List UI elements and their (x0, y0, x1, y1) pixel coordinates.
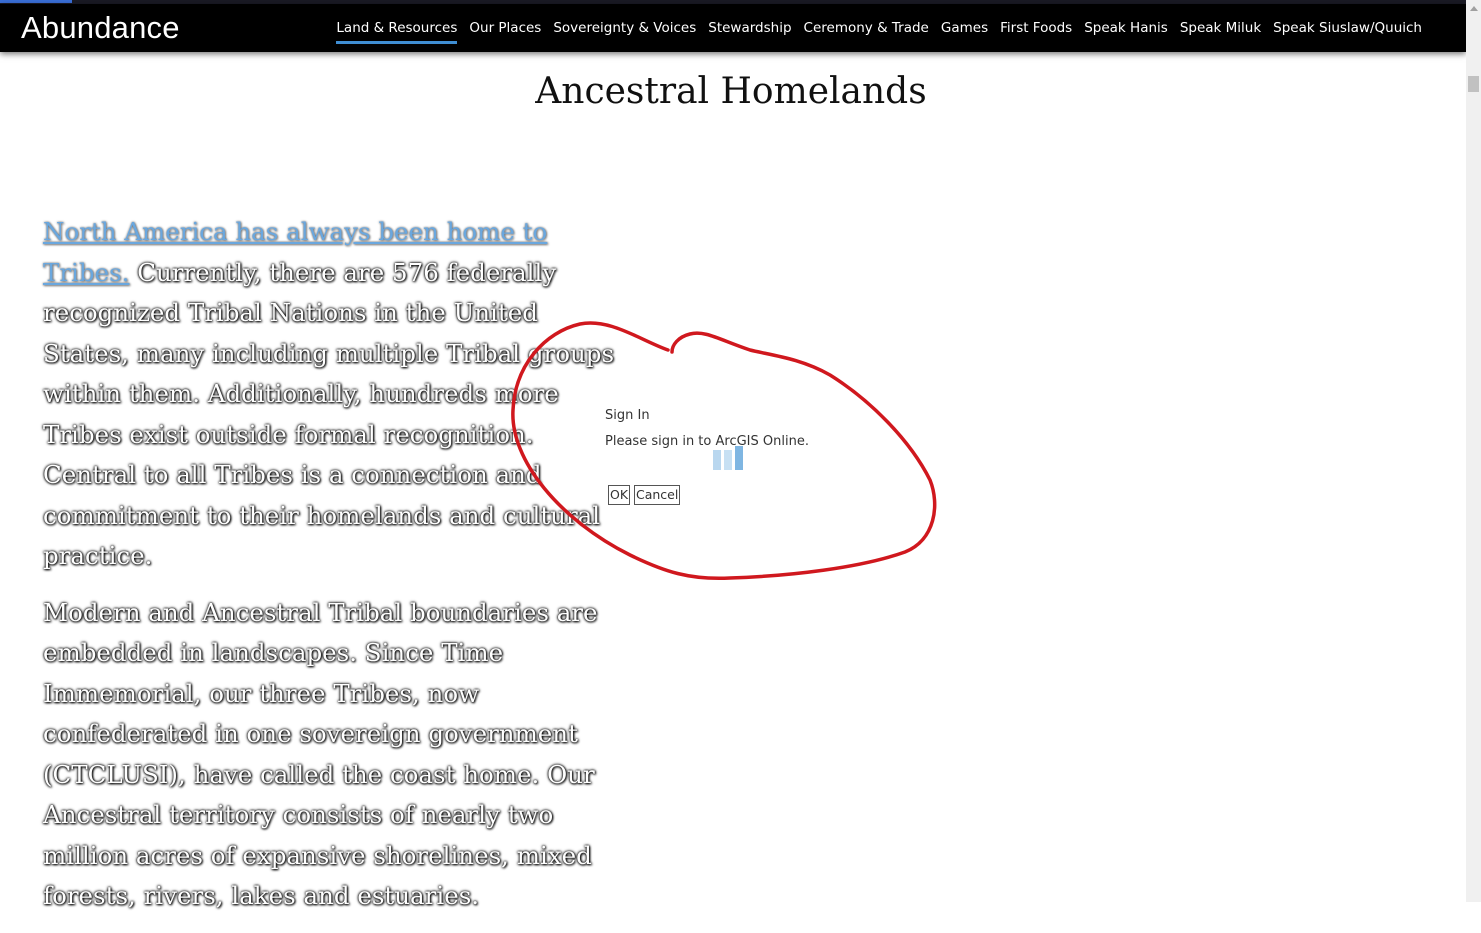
site-header: Abundance Land & Resources Our Places So… (0, 4, 1466, 52)
scroll-thumb[interactable] (1468, 76, 1479, 92)
scroll-up-icon[interactable] (1470, 6, 1478, 11)
tab-accent (0, 0, 72, 3)
sign-in-dialog: Sign In Please sign in to ArcGIS Online.… (605, 408, 845, 518)
nav-our-places[interactable]: Our Places (469, 18, 541, 44)
story-paragraph-1: North America has always been home to Tr… (43, 212, 618, 577)
story-paragraph-1-text: Currently, there are 576 federally recog… (43, 257, 615, 571)
loading-spinner-icon (713, 446, 747, 470)
nav-speak-hanis[interactable]: Speak Hanis (1084, 18, 1168, 44)
nav-land-resources[interactable]: Land & Resources (336, 18, 458, 44)
cancel-button[interactable]: Cancel (634, 485, 681, 505)
nav-first-foods[interactable]: First Foods (1000, 18, 1072, 44)
nav-speak-siuslaw-quuich[interactable]: Speak Siuslaw/Quuich (1273, 18, 1422, 44)
dialog-title: Sign In (605, 408, 650, 423)
story-paragraph-2: Modern and Ancestral Tribal boundaries a… (43, 597, 598, 911)
dialog-message: Please sign in to ArcGIS Online. (605, 434, 809, 449)
vertical-scrollbar[interactable] (1466, 0, 1481, 902)
nav-ceremony-trade[interactable]: Ceremony & Trade (804, 18, 929, 44)
ok-button[interactable]: OK (608, 485, 631, 505)
page-title: Ancestral Homelands (535, 71, 927, 112)
main-nav: Land & Resources Our Places Sovereignty … (336, 18, 1422, 44)
nav-sovereignty-voices[interactable]: Sovereignty & Voices (553, 18, 696, 44)
nav-games[interactable]: Games (941, 18, 988, 44)
nav-stewardship[interactable]: Stewardship (708, 18, 791, 44)
nav-speak-miluk[interactable]: Speak Miluk (1180, 18, 1261, 44)
site-title[interactable]: Abundance (21, 8, 180, 48)
story-text: North America has always been home to Tr… (43, 212, 618, 933)
